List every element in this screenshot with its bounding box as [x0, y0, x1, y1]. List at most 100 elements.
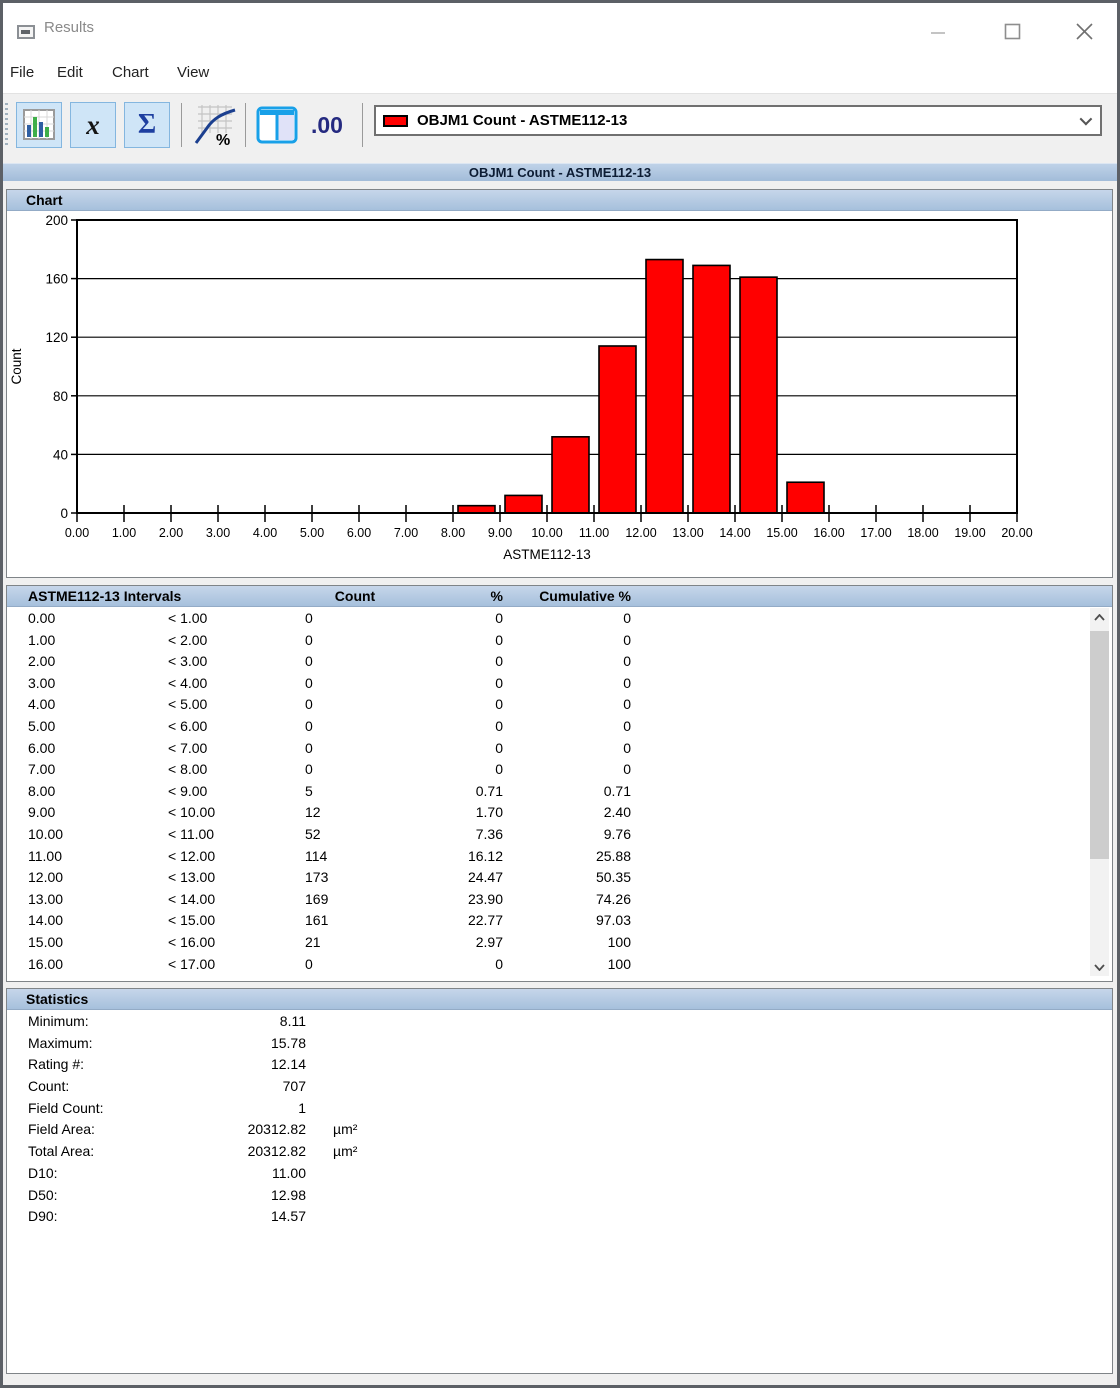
cell-cumulative: 50.35: [503, 867, 631, 889]
table-row[interactable]: 5.00< 6.00000: [7, 716, 1087, 738]
stat-value: 1: [203, 1098, 306, 1120]
table-row[interactable]: 8.00< 9.0050.710.71: [7, 781, 1087, 803]
cell-from: 14.00: [28, 910, 168, 932]
close-button[interactable]: [1067, 17, 1101, 47]
cell-to: < 1.00: [168, 608, 305, 630]
intervals-body: 0.00< 1.000001.00< 2.000002.00< 3.000003…: [7, 608, 1087, 976]
cell-cumulative: 100: [503, 932, 631, 954]
cell-from: 8.00: [28, 781, 168, 803]
x-axis-button[interactable]: x: [70, 102, 116, 148]
cell-to: < 11.00: [168, 824, 305, 846]
table-row[interactable]: 14.00< 15.0016122.7797.03: [7, 910, 1087, 932]
view-title-bar: OBJM1 Count - ASTME112-13: [3, 163, 1117, 181]
percent-curve-icon: %: [192, 103, 236, 147]
stat-label: D50:: [28, 1185, 203, 1207]
cell-cumulative: 97.03: [503, 910, 631, 932]
menu-item-chart[interactable]: Chart: [112, 64, 149, 81]
table-row[interactable]: 0.00< 1.00000: [7, 608, 1087, 630]
table-row[interactable]: 2.00< 3.00000: [7, 651, 1087, 673]
cell-to: < 14.00: [168, 889, 305, 911]
menubar: File Edit Chart View: [3, 57, 1117, 93]
plot-border: [77, 220, 1017, 513]
percent-curve-button[interactable]: %: [191, 102, 237, 148]
cell-from: 10.00: [28, 824, 168, 846]
chart-type-button[interactable]: [16, 102, 62, 148]
cell-cumulative: 0: [503, 673, 631, 695]
cell-count: 0: [305, 954, 405, 976]
maximize-button[interactable]: [995, 17, 1029, 47]
x-tick-label: 20.00: [1001, 526, 1032, 540]
cell-from: 9.00: [28, 802, 168, 824]
table-row[interactable]: 4.00< 5.00000: [7, 694, 1087, 716]
table-row[interactable]: 11.00< 12.0011416.1225.88: [7, 846, 1087, 868]
cell-percent: 0: [405, 651, 503, 673]
table-row[interactable]: 9.00< 10.00121.702.40: [7, 802, 1087, 824]
toolbar-gripper[interactable]: [5, 103, 8, 148]
window-title: Results: [44, 19, 94, 36]
cell-count: 0: [305, 673, 405, 695]
cell-percent: 2.97: [405, 932, 503, 954]
table-row[interactable]: 13.00< 14.0016923.9074.26: [7, 889, 1087, 911]
x-tick-label: 9.00: [488, 526, 512, 540]
chevron-down-icon: [1094, 964, 1105, 971]
series-dropdown[interactable]: OBJM1 Count - ASTME112-13: [374, 105, 1102, 136]
minimize-button[interactable]: [921, 17, 955, 47]
chart-panel: Chart 040801201602000.001.002.003.004.00…: [6, 189, 1113, 578]
cell-count: 0: [305, 738, 405, 760]
stat-value: 707: [203, 1076, 306, 1098]
table-row[interactable]: 6.00< 7.00000: [7, 738, 1087, 760]
table-row[interactable]: 15.00< 16.00212.97100: [7, 932, 1087, 954]
cell-cumulative: 0: [503, 738, 631, 760]
bar: [458, 506, 495, 513]
cell-percent: 0.71: [405, 781, 503, 803]
table-row[interactable]: 10.00< 11.00527.369.76: [7, 824, 1087, 846]
cell-from: 16.00: [28, 954, 168, 976]
x-tick-label: 2.00: [159, 526, 183, 540]
minimize-icon: [928, 22, 948, 42]
scrollbar-thumb[interactable]: [1090, 631, 1109, 859]
stat-row: D10:11.00: [7, 1163, 1107, 1185]
bar-chart-icon: [23, 109, 55, 141]
menu-item-view[interactable]: View: [177, 64, 209, 81]
cell-from: 0.00: [28, 608, 168, 630]
stat-value: 12.98: [203, 1185, 306, 1207]
stat-label: Minimum:: [28, 1011, 203, 1033]
stat-unit: µm²: [333, 1119, 357, 1141]
cell-from: 11.00: [28, 846, 168, 868]
cell-to: < 3.00: [168, 651, 305, 673]
decimal-format-label[interactable]: .00: [300, 102, 354, 148]
results-window: Results File Edit Chart View: [0, 0, 1120, 1388]
table-row[interactable]: 3.00< 4.00000: [7, 673, 1087, 695]
app-icon[interactable]: [17, 25, 35, 39]
table-row[interactable]: 12.00< 13.0017324.4750.35: [7, 867, 1087, 889]
sigma-button[interactable]: Σ: [124, 102, 170, 148]
maximize-icon: [1002, 22, 1022, 42]
y-axis-title: Count: [9, 348, 24, 384]
columns-button[interactable]: [254, 102, 300, 148]
cell-from: 3.00: [28, 673, 168, 695]
stat-label: D10:: [28, 1163, 203, 1185]
cell-percent: 0: [405, 608, 503, 630]
cell-to: < 12.00: [168, 846, 305, 868]
x-tick-label: 4.00: [253, 526, 277, 540]
col-header-cumulative: Cumulative %: [503, 586, 631, 606]
cell-cumulative: 0: [503, 716, 631, 738]
intervals-header-row: ASTME112-13 Intervals Count % Cumulative…: [7, 586, 1112, 607]
menu-item-edit[interactable]: Edit: [57, 64, 83, 81]
cell-count: 114: [305, 846, 405, 868]
table-row[interactable]: 16.00< 17.0000100: [7, 954, 1087, 976]
scroll-down-button[interactable]: [1090, 958, 1109, 976]
scroll-up-button[interactable]: [1090, 608, 1109, 626]
menu-item-file[interactable]: File: [10, 64, 34, 81]
cell-count: 21: [305, 932, 405, 954]
chart-section-label: Chart: [7, 192, 63, 208]
vertical-scrollbar[interactable]: [1090, 608, 1109, 976]
y-tick-label: 40: [53, 447, 68, 462]
cell-to: < 15.00: [168, 910, 305, 932]
cell-percent: 0: [405, 673, 503, 695]
stat-value: 20312.82: [203, 1141, 306, 1163]
table-row[interactable]: 1.00< 2.00000: [7, 630, 1087, 652]
table-row[interactable]: 7.00< 8.00000: [7, 759, 1087, 781]
x-tick-label: 8.00: [441, 526, 465, 540]
stat-value: 12.14: [203, 1054, 306, 1076]
